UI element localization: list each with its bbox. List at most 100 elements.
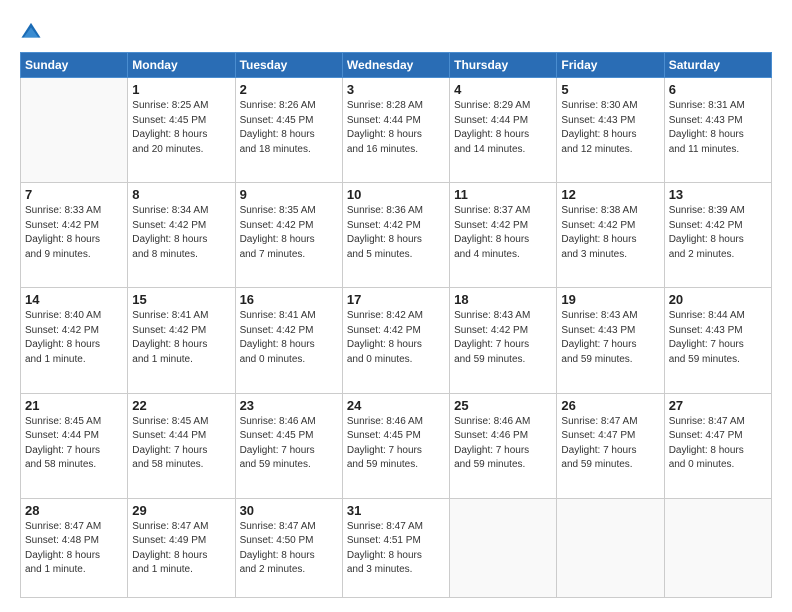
day-number: 7: [25, 187, 123, 202]
day-number: 19: [561, 292, 659, 307]
day-info: Sunrise: 8:30 AM Sunset: 4:43 PM Dayligh…: [561, 99, 659, 157]
day-info: Sunrise: 8:47 AM Sunset: 4:47 PM Dayligh…: [561, 415, 659, 473]
calendar-cell: 12 Sunrise: 8:38 AM Sunset: 4:42 PM Dayli…: [557, 183, 664, 288]
header: [20, 18, 772, 42]
weekday-monday: Monday: [128, 53, 235, 78]
weekday-tuesday: Tuesday: [235, 53, 342, 78]
day-info: Sunrise: 8:47 AM Sunset: 4:51 PM Dayligh…: [347, 520, 445, 578]
calendar-cell: 16Sunrise: 8:41 AM Sunset: 4:42 PM Dayli…: [235, 288, 342, 393]
weekday-saturday: Saturday: [664, 53, 771, 78]
week-row-3: 14Sunrise: 8:40 AM Sunset: 4:42 PM Dayli…: [21, 288, 772, 393]
calendar-cell: 29 Sunrise: 8:47 AM Sunset: 4:49 PM Dayli…: [128, 498, 235, 597]
calendar-cell: 2 Sunrise: 8:26 AM Sunset: 4:45 PM Daylig…: [235, 78, 342, 183]
day-number: 21: [25, 398, 123, 413]
day-number: 2: [240, 82, 338, 97]
day-number: 12: [561, 187, 659, 202]
week-row-5: 28 Sunrise: 8:47 AM Sunset: 4:48 PM Dayli…: [21, 498, 772, 597]
calendar-cell: 1 Sunrise: 8:25 AM Sunset: 4:45 PM Daylig…: [128, 78, 235, 183]
day-number: 23: [240, 398, 338, 413]
day-number: 18: [454, 292, 552, 307]
calendar-cell: 8Sunrise: 8:34 AM Sunset: 4:42 PM Daylig…: [128, 183, 235, 288]
day-info: Sunrise: 8:28 AM Sunset: 4:44 PM Dayligh…: [347, 99, 445, 157]
day-info: Sunrise: 8:46 AM Sunset: 4:46 PM Dayligh…: [454, 415, 552, 473]
day-info: Sunrise: 8:47 AM Sunset: 4:50 PM Dayligh…: [240, 520, 338, 578]
calendar-cell: 26 Sunrise: 8:47 AM Sunset: 4:47 PM Dayli…: [557, 393, 664, 498]
day-info: Sunrise: 8:42 AM Sunset: 4:42 PM Dayligh…: [347, 309, 445, 367]
page: SundayMondayTuesdayWednesdayThursdayFrid…: [0, 0, 792, 612]
day-info: Sunrise: 8:33 AM Sunset: 4:42 PM Dayligh…: [25, 204, 123, 262]
calendar-cell: 31 Sunrise: 8:47 AM Sunset: 4:51 PM Dayli…: [342, 498, 449, 597]
day-number: 31: [347, 503, 445, 518]
day-number: 20: [669, 292, 767, 307]
calendar-cell: 7 Sunrise: 8:33 AM Sunset: 4:42 PM Daylig…: [21, 183, 128, 288]
day-number: 11: [454, 187, 552, 202]
calendar-cell: 9 Sunrise: 8:35 AM Sunset: 4:42 PM Daylig…: [235, 183, 342, 288]
calendar-cell: [450, 498, 557, 597]
day-info: Sunrise: 8:44 AM Sunset: 4:43 PM Dayligh…: [669, 309, 767, 367]
weekday-thursday: Thursday: [450, 53, 557, 78]
calendar-cell: 28 Sunrise: 8:47 AM Sunset: 4:48 PM Dayli…: [21, 498, 128, 597]
day-info: Sunrise: 8:46 AM Sunset: 4:45 PM Dayligh…: [240, 415, 338, 473]
day-info: Sunrise: 8:38 AM Sunset: 4:42 PM Dayligh…: [561, 204, 659, 262]
day-info: Sunrise: 8:47 AM Sunset: 4:48 PM Dayligh…: [25, 520, 123, 578]
day-info: Sunrise: 8:45 AM Sunset: 4:44 PM Dayligh…: [132, 415, 230, 473]
day-number: 13: [669, 187, 767, 202]
day-info: Sunrise: 8:25 AM Sunset: 4:45 PM Dayligh…: [132, 99, 230, 157]
calendar-cell: 23 Sunrise: 8:46 AM Sunset: 4:45 PM Dayli…: [235, 393, 342, 498]
day-number: 24: [347, 398, 445, 413]
day-number: 9: [240, 187, 338, 202]
day-number: 29: [132, 503, 230, 518]
calendar-cell: 20 Sunrise: 8:44 AM Sunset: 4:43 PM Dayli…: [664, 288, 771, 393]
day-info: Sunrise: 8:29 AM Sunset: 4:44 PM Dayligh…: [454, 99, 552, 157]
weekday-friday: Friday: [557, 53, 664, 78]
day-number: 6: [669, 82, 767, 97]
calendar-cell: 4 Sunrise: 8:29 AM Sunset: 4:44 PM Daylig…: [450, 78, 557, 183]
calendar-cell: 27Sunrise: 8:47 AM Sunset: 4:47 PM Dayli…: [664, 393, 771, 498]
day-info: Sunrise: 8:35 AM Sunset: 4:42 PM Dayligh…: [240, 204, 338, 262]
day-info: Sunrise: 8:26 AM Sunset: 4:45 PM Dayligh…: [240, 99, 338, 157]
day-info: Sunrise: 8:36 AM Sunset: 4:42 PM Dayligh…: [347, 204, 445, 262]
day-info: Sunrise: 8:41 AM Sunset: 4:42 PM Dayligh…: [132, 309, 230, 367]
day-number: 17: [347, 292, 445, 307]
calendar-cell: 6 Sunrise: 8:31 AM Sunset: 4:43 PM Daylig…: [664, 78, 771, 183]
calendar-cell: [21, 78, 128, 183]
week-row-4: 21 Sunrise: 8:45 AM Sunset: 4:44 PM Dayli…: [21, 393, 772, 498]
day-info: Sunrise: 8:31 AM Sunset: 4:43 PM Dayligh…: [669, 99, 767, 157]
day-info: Sunrise: 8:45 AM Sunset: 4:44 PM Dayligh…: [25, 415, 123, 473]
day-number: 15: [132, 292, 230, 307]
day-info: Sunrise: 8:46 AM Sunset: 4:45 PM Dayligh…: [347, 415, 445, 473]
day-number: 22: [132, 398, 230, 413]
calendar-cell: [664, 498, 771, 597]
day-number: 4: [454, 82, 552, 97]
calendar-cell: 19 Sunrise: 8:43 AM Sunset: 4:43 PM Dayli…: [557, 288, 664, 393]
calendar-cell: [557, 498, 664, 597]
calendar-cell: 14Sunrise: 8:40 AM Sunset: 4:42 PM Dayli…: [21, 288, 128, 393]
calendar-cell: 24 Sunrise: 8:46 AM Sunset: 4:45 PM Dayli…: [342, 393, 449, 498]
weekday-header-row: SundayMondayTuesdayWednesdayThursdayFrid…: [21, 53, 772, 78]
weekday-sunday: Sunday: [21, 53, 128, 78]
day-info: Sunrise: 8:47 AM Sunset: 4:49 PM Dayligh…: [132, 520, 230, 578]
calendar-cell: 22 Sunrise: 8:45 AM Sunset: 4:44 PM Dayli…: [128, 393, 235, 498]
calendar-cell: 30 Sunrise: 8:47 AM Sunset: 4:50 PM Dayli…: [235, 498, 342, 597]
day-number: 5: [561, 82, 659, 97]
week-row-2: 7 Sunrise: 8:33 AM Sunset: 4:42 PM Daylig…: [21, 183, 772, 288]
day-number: 30: [240, 503, 338, 518]
day-number: 25: [454, 398, 552, 413]
day-number: 10: [347, 187, 445, 202]
day-info: Sunrise: 8:43 AM Sunset: 4:43 PM Dayligh…: [561, 309, 659, 367]
day-info: Sunrise: 8:37 AM Sunset: 4:42 PM Dayligh…: [454, 204, 552, 262]
logo: [20, 18, 46, 42]
day-info: Sunrise: 8:40 AM Sunset: 4:42 PM Dayligh…: [25, 309, 123, 367]
calendar-cell: 10 Sunrise: 8:36 AM Sunset: 4:42 PM Dayli…: [342, 183, 449, 288]
day-info: Sunrise: 8:34 AM Sunset: 4:42 PM Dayligh…: [132, 204, 230, 262]
day-number: 28: [25, 503, 123, 518]
calendar-cell: 13Sunrise: 8:39 AM Sunset: 4:42 PM Dayli…: [664, 183, 771, 288]
day-number: 26: [561, 398, 659, 413]
calendar-cell: 3Sunrise: 8:28 AM Sunset: 4:44 PM Daylig…: [342, 78, 449, 183]
calendar-table: SundayMondayTuesdayWednesdayThursdayFrid…: [20, 52, 772, 598]
day-number: 16: [240, 292, 338, 307]
calendar-cell: 5 Sunrise: 8:30 AM Sunset: 4:43 PM Daylig…: [557, 78, 664, 183]
day-number: 27: [669, 398, 767, 413]
calendar-cell: 25 Sunrise: 8:46 AM Sunset: 4:46 PM Dayli…: [450, 393, 557, 498]
day-number: 1: [132, 82, 230, 97]
